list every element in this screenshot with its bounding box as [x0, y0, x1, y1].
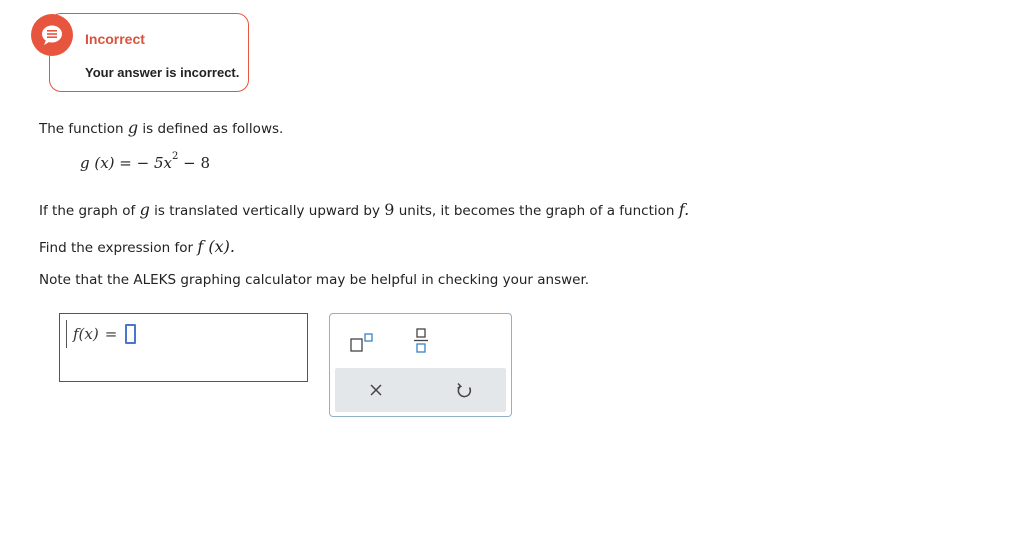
formula: g (x) = − 5x2 − 8: [80, 151, 211, 172]
translate-units: 9: [384, 200, 395, 219]
feedback-card: Incorrect Your answer is incorrect.: [49, 13, 249, 92]
intro-text-end: is defined as follows.: [142, 121, 284, 137]
feedback-message: Your answer is incorrect.: [85, 65, 240, 80]
answer-expression[interactable]: f(x) =: [66, 320, 163, 348]
answer-equals: =: [104, 325, 118, 343]
feedback-title: Incorrect: [85, 31, 145, 47]
formula-tail: − 8: [178, 154, 211, 172]
find-text: Find the expression for: [39, 240, 194, 256]
fraction-button[interactable]: [408, 326, 436, 356]
function-g-ref: g: [139, 200, 150, 219]
cursor-placeholder[interactable]: [125, 324, 137, 344]
close-icon: [370, 384, 382, 396]
find-expression: f (x).: [197, 237, 235, 256]
speech-bubble-icon: [31, 14, 73, 56]
translate-text-b: is translated vertically upward by: [154, 203, 380, 219]
formula-exponent: 2: [171, 151, 179, 162]
superscript-icon: [350, 333, 373, 352]
clear-button[interactable]: [366, 380, 386, 400]
superscript-button[interactable]: [348, 330, 378, 356]
undo-button[interactable]: [454, 380, 474, 400]
function-f: f.: [678, 200, 690, 219]
answer-input[interactable]: f(x) =: [59, 313, 308, 382]
problem-find: Find the expression for f (x).: [39, 237, 235, 256]
math-toolpad: [329, 313, 512, 417]
intro-text: The function: [39, 121, 124, 137]
answer-label: f(x): [73, 325, 99, 343]
problem-translation: If the graph of g is translated vertical…: [39, 200, 689, 219]
fraction-icon: [414, 328, 428, 353]
translate-text-c: units, it becomes the graph of a functio…: [398, 203, 675, 219]
problem-intro: The function g is defined as follows.: [39, 118, 283, 137]
undo-icon: [457, 382, 472, 398]
formula-lhs: g (x) = − 5x: [80, 154, 172, 172]
problem-note: Note that the ALEKS graphing calculator …: [39, 272, 590, 288]
toolpad-actions: [335, 368, 506, 412]
translate-text-a: If the graph of: [39, 203, 136, 219]
function-g: g: [127, 118, 139, 137]
